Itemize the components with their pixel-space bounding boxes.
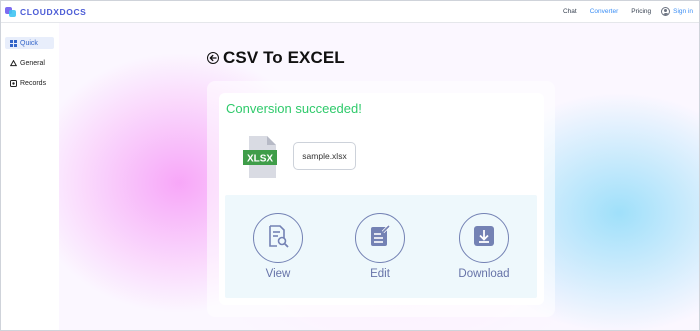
user-icon <box>661 7 671 16</box>
nav-item-chat[interactable]: Chat <box>563 8 577 15</box>
grid-icon <box>10 39 17 47</box>
brand-name: CLOUDXDOCS <box>20 6 87 17</box>
records-icon <box>10 79 17 87</box>
app-window: CLOUDXDOCS Chat Converter Pricing Sign i… <box>0 0 700 331</box>
nav-menu: Chat Converter Pricing Sign in <box>550 7 693 16</box>
file-name-box: sample.xlsx <box>293 142 356 170</box>
edit-button[interactable]: Edit <box>345 213 415 280</box>
sidebar-item-label: Records <box>20 79 47 87</box>
file-badge-label: XLSX <box>247 154 273 165</box>
download-label: Download <box>458 268 510 280</box>
download-button[interactable]: Download <box>449 213 519 280</box>
sidebar-item-quick[interactable]: Quick <box>5 37 54 49</box>
xlsx-file-icon: XLSX <box>243 135 283 179</box>
sidebar-item-label: General <box>20 59 45 67</box>
page-title: CSV To EXCEL <box>223 48 345 67</box>
page-header: CSV To EXCEL <box>207 48 345 68</box>
sidebar-item-general[interactable]: General <box>5 57 54 69</box>
back-arrow-icon[interactable] <box>207 52 219 64</box>
sidebar-item-label: Quick <box>20 39 38 47</box>
status-message: Conversion succeeded! <box>226 101 362 116</box>
view-circle[interactable] <box>253 213 303 263</box>
view-document-icon <box>266 224 290 253</box>
top-nav: CLOUDXDOCS Chat Converter Pricing Sign i… <box>1 1 699 23</box>
sidebar-item-records[interactable]: Records <box>5 77 54 89</box>
sidebar: Quick General Records <box>1 23 59 330</box>
nav-item-converter[interactable]: Converter <box>590 8 619 15</box>
signin-link[interactable]: Sign in <box>661 7 693 16</box>
view-label: View <box>265 268 291 280</box>
edit-circle[interactable] <box>355 213 405 263</box>
edit-document-icon <box>368 224 392 253</box>
result-card: Conversion succeeded! XLSX sample.xlsx V… <box>219 93 544 305</box>
recycle-icon <box>10 59 17 67</box>
signin-label: Sign in <box>673 8 693 15</box>
download-icon <box>472 224 496 253</box>
nav-item-pricing[interactable]: Pricing <box>631 8 651 15</box>
action-area: View Edit Download <box>225 195 537 298</box>
edit-label: Edit <box>370 268 390 280</box>
download-circle[interactable] <box>459 213 509 263</box>
brand-logo-icon <box>5 6 16 17</box>
brand[interactable]: CLOUDXDOCS <box>5 6 86 17</box>
view-button[interactable]: View <box>243 213 313 280</box>
conversion-panel: Conversion succeeded! XLSX sample.xlsx V… <box>207 81 555 317</box>
